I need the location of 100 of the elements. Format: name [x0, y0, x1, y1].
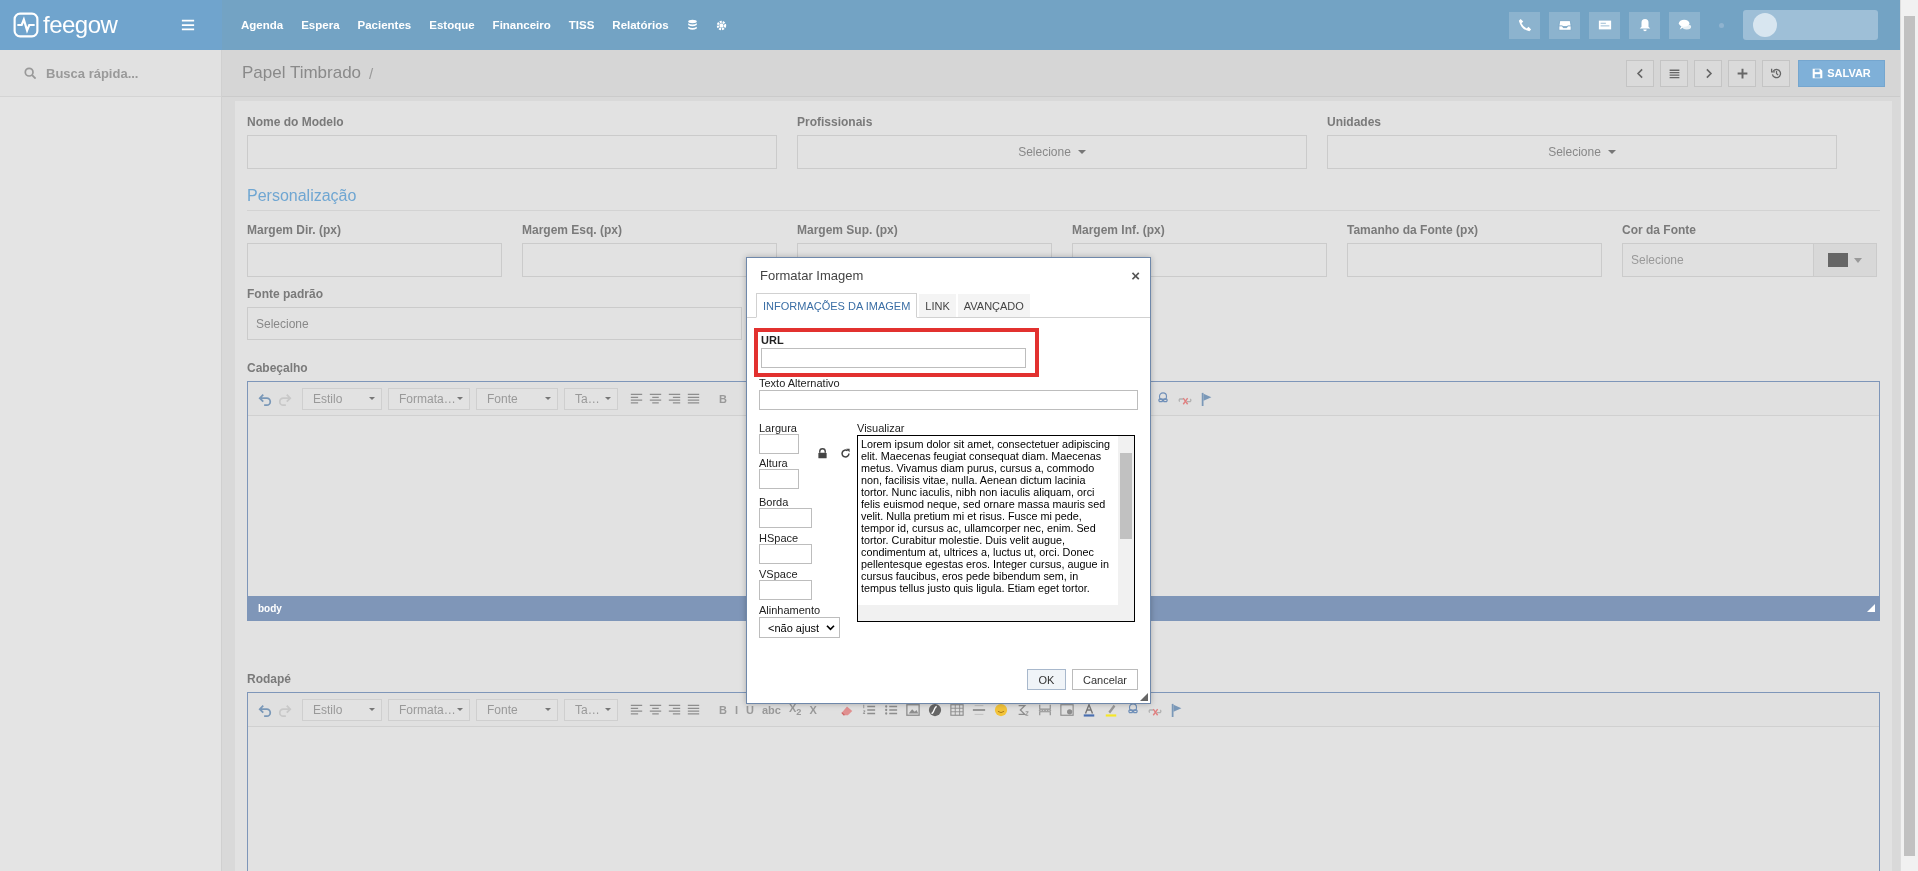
color-picker[interactable]	[1814, 243, 1877, 277]
caret-icon	[369, 397, 375, 400]
select-dropdown[interactable]: Selecione	[247, 307, 742, 340]
nav-link[interactable]: TISS	[568, 19, 595, 31]
search-field[interactable]: Busca rápida...	[46, 65, 206, 81]
field-label: Fonte padrão	[247, 287, 323, 301]
highlight-color-icon[interactable]	[1103, 702, 1118, 717]
align-left-icon[interactable]	[630, 703, 643, 716]
bullet-list-icon[interactable]	[883, 702, 898, 717]
align-left-icon[interactable]	[630, 392, 643, 405]
caret-icon	[605, 397, 611, 400]
lock-icon[interactable]	[817, 448, 828, 459]
format-dropdown[interactable]: Fonte	[476, 698, 558, 721]
align-right-icon[interactable]	[668, 392, 681, 405]
border-field[interactable]	[759, 508, 812, 528]
format-button[interactable]: B	[716, 699, 730, 720]
vspace-field[interactable]	[759, 580, 812, 600]
select-dropdown[interactable]: Selecione	[1327, 135, 1837, 169]
page-break-icon[interactable]	[1037, 702, 1052, 717]
format-dropdown[interactable]: Fonte	[476, 387, 558, 410]
align-center-icon[interactable]	[649, 703, 662, 716]
field-label: Margem Sup. (px)	[797, 223, 898, 237]
caret-icon	[457, 708, 463, 711]
format-button[interactable]: X$_{2}$	[785, 699, 805, 720]
smiley-icon[interactable]	[993, 702, 1008, 717]
format-button[interactable]: B	[716, 388, 730, 409]
dialog-tab[interactable]: LINK	[919, 294, 956, 317]
inbox-icon[interactable]	[1557, 18, 1572, 32]
format-dropdown[interactable]: Estilo	[302, 698, 382, 721]
chat-icon[interactable]	[1677, 18, 1692, 32]
vertical-scrollbar[interactable]	[1118, 436, 1134, 605]
close-button[interactable]: ×	[1131, 266, 1140, 284]
justify-icon[interactable]	[687, 703, 700, 716]
logo-icon	[13, 12, 39, 38]
phone-icon[interactable]	[1517, 18, 1532, 32]
settings-icon[interactable]	[715, 19, 727, 31]
page-title: Papel Timbrado	[242, 63, 362, 83]
flash-icon[interactable]	[927, 702, 942, 717]
scroll-thumb[interactable]	[1120, 453, 1132, 539]
justify-icon[interactable]	[687, 392, 700, 405]
dialog-tab[interactable]: INFORMAÇÕES DA IMAGEM	[756, 293, 918, 318]
format-button[interactable]: U	[743, 699, 757, 720]
nav-link[interactable]: Pacientes	[357, 19, 412, 31]
alignment-select[interactable]: <não ajust	[759, 617, 840, 638]
redo-icon[interactable]	[278, 391, 292, 406]
format-button[interactable]: I	[731, 699, 741, 720]
table-icon[interactable]	[949, 702, 964, 717]
cancel-button[interactable]: Cancelar	[1071, 669, 1138, 690]
undo-icon[interactable]	[258, 391, 272, 406]
alt-text-field[interactable]	[759, 390, 1138, 410]
format-button[interactable]: X	[806, 699, 820, 720]
format-dropdown[interactable]: Ta…	[564, 698, 618, 721]
resize-grip-icon	[1867, 604, 1875, 612]
nav-link[interactable]: Espera	[301, 19, 340, 31]
text-color-icon[interactable]	[1081, 702, 1096, 717]
scroll-thumb[interactable]	[1904, 16, 1915, 856]
url-field[interactable]	[761, 348, 1026, 368]
horizontal-scrollbar[interactable]	[858, 605, 1134, 621]
iframe-icon[interactable]	[1059, 702, 1074, 717]
field-label: Margem Dir. (px)	[247, 223, 342, 237]
bell-icon[interactable]	[1637, 18, 1652, 32]
resize-grip-icon	[1140, 693, 1148, 701]
select-dropdown[interactable]: Selecione	[797, 135, 1307, 169]
user-menu[interactable]	[1743, 10, 1878, 40]
format-dropdown[interactable]: Ta…	[564, 387, 618, 410]
undo-icon[interactable]	[258, 702, 272, 717]
plus-icon[interactable]	[1735, 66, 1749, 80]
scrollbar[interactable]	[1900, 0, 1918, 871]
format-dropdown[interactable]: Estilo	[302, 387, 382, 410]
save-button[interactable]: SALVAR	[1798, 59, 1885, 87]
history-icon[interactable]	[1769, 66, 1783, 80]
nav-link[interactable]: Agenda	[241, 19, 284, 31]
format-dropdown[interactable]: Formata…	[388, 698, 470, 721]
menu-icon[interactable]	[180, 18, 197, 32]
field-label: Largura	[759, 422, 798, 434]
image-icon[interactable]	[905, 702, 920, 717]
flag-icon[interactable]	[1169, 702, 1184, 717]
format-dropdown[interactable]: Formata…	[388, 387, 470, 410]
flag-icon[interactable]	[1199, 391, 1214, 406]
ok-button[interactable]: OK	[1026, 669, 1066, 690]
redo-icon[interactable]	[278, 702, 292, 717]
align-right-icon[interactable]	[668, 703, 681, 716]
horizontal-line-icon[interactable]	[971, 702, 986, 717]
align-center-icon[interactable]	[649, 392, 662, 405]
dialog-tab[interactable]: AVANÇADO	[957, 294, 1030, 317]
reset-icon[interactable]	[840, 448, 851, 459]
height-field[interactable]	[759, 469, 799, 489]
select-field[interactable]: Selecione	[1622, 243, 1814, 277]
hspace-field[interactable]	[759, 544, 812, 564]
width-field[interactable]	[759, 434, 799, 454]
select-value: Selecione	[256, 316, 309, 331]
format-button[interactable]: abc	[758, 699, 784, 720]
database-icon[interactable]	[686, 19, 698, 31]
caret-icon	[1854, 257, 1862, 263]
numbered-list-icon[interactable]	[861, 702, 876, 717]
card-icon[interactable]	[1597, 18, 1612, 32]
nav-link[interactable]: Estoque	[429, 19, 475, 31]
element-path[interactable]: body	[258, 602, 282, 614]
nav-link[interactable]: Relatórios	[612, 19, 669, 31]
nav-link[interactable]: Financeiro	[492, 19, 551, 31]
